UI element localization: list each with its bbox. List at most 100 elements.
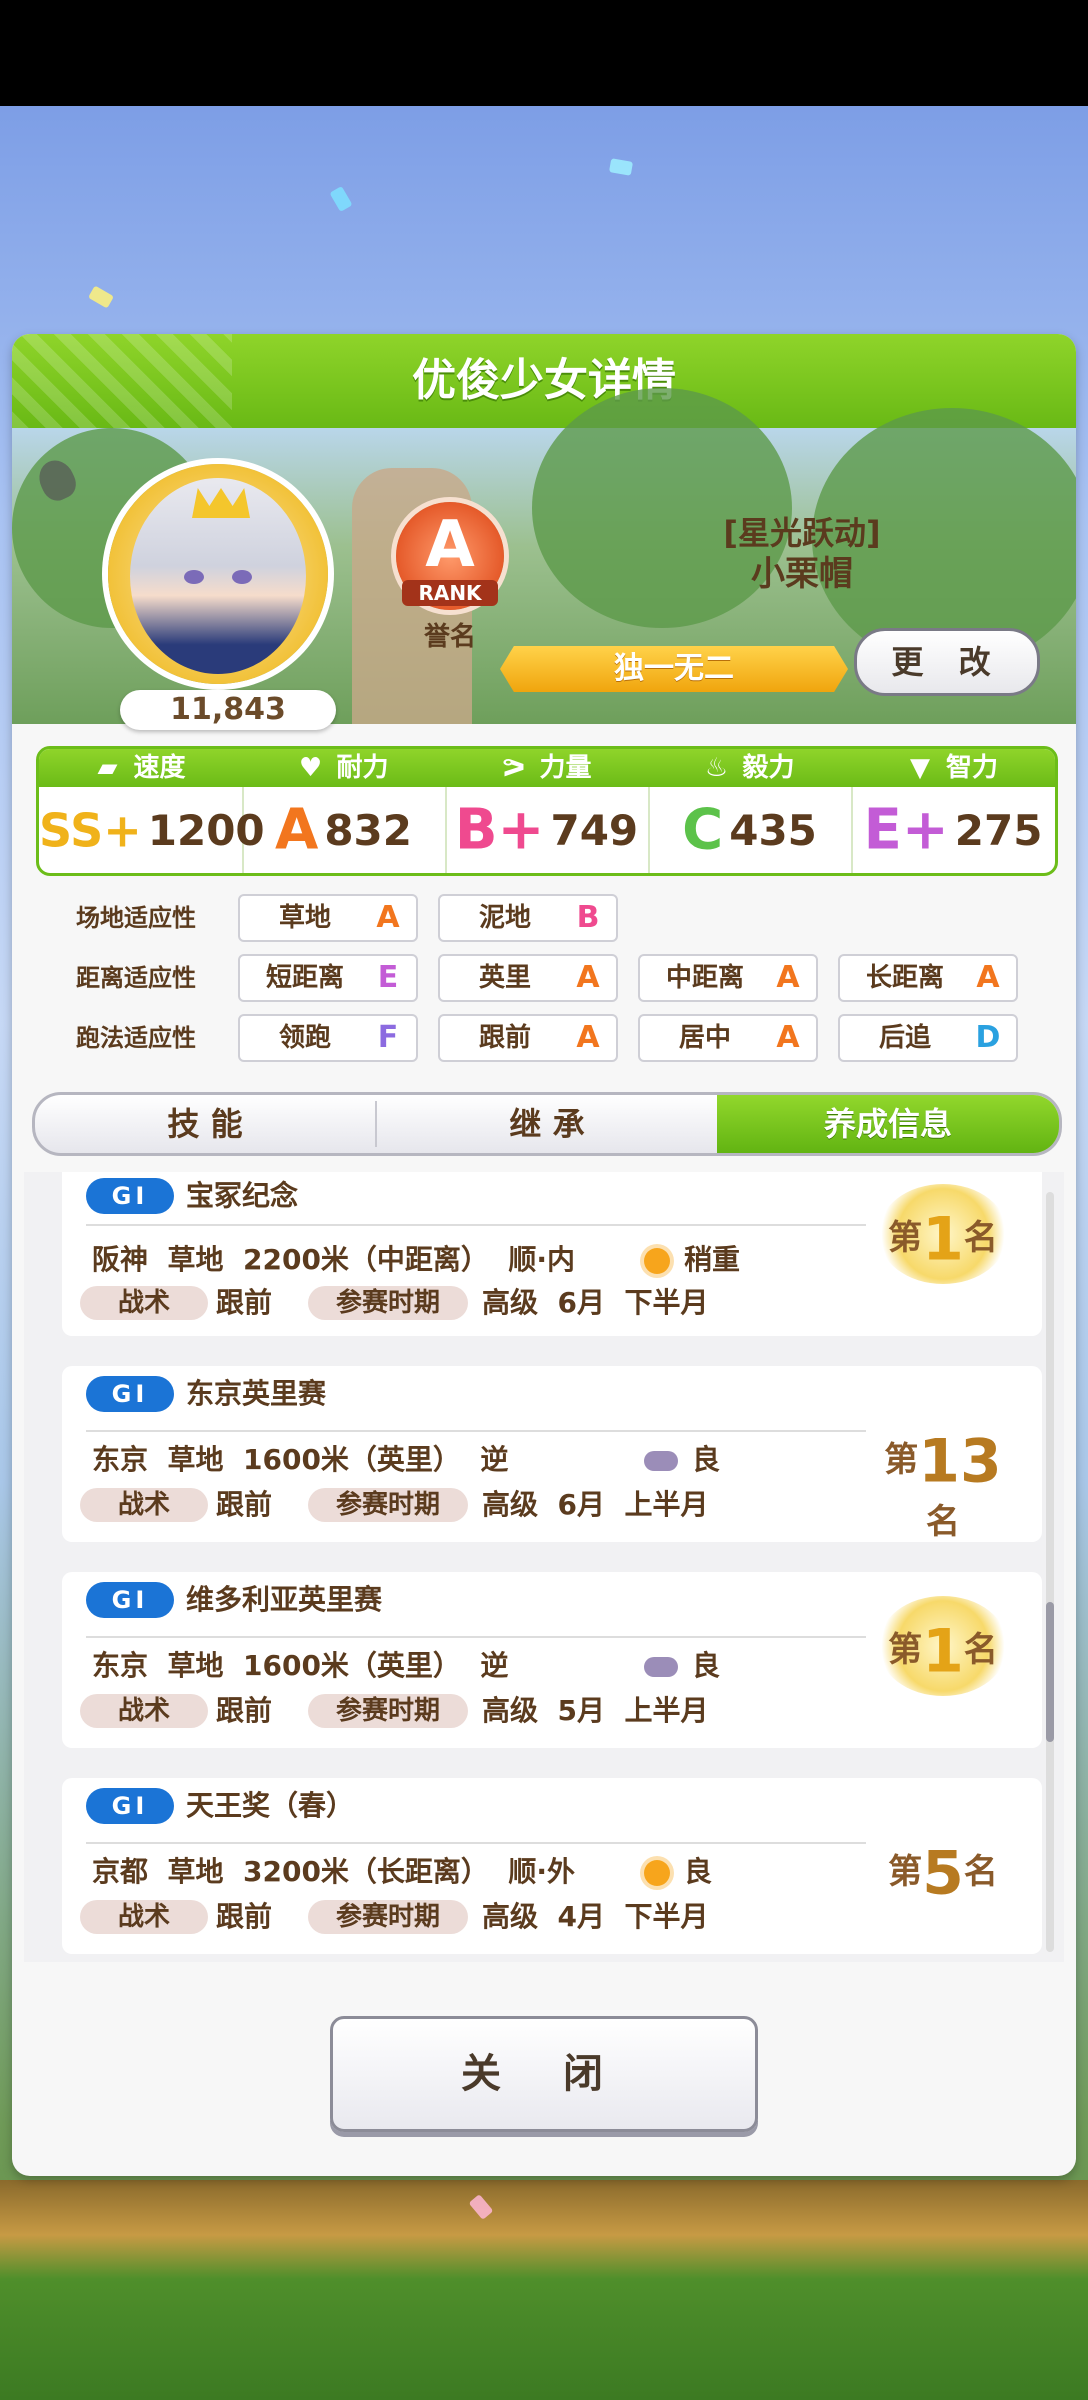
period-value: 高级 5月 上半月 xyxy=(482,1694,709,1727)
stat-guts: ♨ 毅力 C 435 xyxy=(648,749,853,873)
rank-badge: A RANK xyxy=(396,502,504,610)
aptitude-grade: A xyxy=(376,900,400,935)
aptitude-grade: A xyxy=(976,960,1000,995)
hair-ornament xyxy=(192,488,250,518)
eye xyxy=(184,570,204,584)
place-suffix: 名 xyxy=(963,1852,998,1892)
aptitude-name: 长距离 xyxy=(865,963,944,993)
style-aptitude-row: 跑法适应性 领跑 F 跟前 A 居中 A 后追 D xyxy=(52,1014,1052,1062)
detail-panel: 优俊少女详情 11,843 A RANK 誉名 [星光跃动] 小栗帽 独一无二 … xyxy=(12,334,1076,2176)
flame-icon: ♨ xyxy=(704,753,729,783)
rank-label: 誉名 xyxy=(423,622,476,652)
tactic-value: 跟前 xyxy=(216,1694,273,1727)
aptitude-name: 中距离 xyxy=(665,963,744,993)
race-name: 维多利亚英里赛 xyxy=(186,1583,383,1616)
placement-text: 第5名 xyxy=(868,1842,1018,1904)
character-name: 小栗帽 xyxy=(751,554,853,594)
rank-word: RANK xyxy=(402,580,498,606)
race-grade-badge: GI xyxy=(86,1788,174,1824)
aptitude-box: 跟前 A xyxy=(438,1014,618,1062)
tactic-pill: 战术 xyxy=(80,1488,208,1522)
race-card: GI 维多利亚英里赛 东京 草地 1600米（英里） 逆 良 战术 跟前 参赛时… xyxy=(62,1572,1042,1748)
avatar[interactable] xyxy=(108,464,328,684)
stat-value: 832 xyxy=(324,805,412,855)
place-number: 1 xyxy=(922,1616,964,1687)
weather-label: 良 xyxy=(684,1855,713,1888)
race-card: GI 宝冢纪念 阪神 草地 2200米（中距离） 顺·内 稍重 战术 跟前 参赛… xyxy=(62,1172,1042,1336)
stat-label: 力量 xyxy=(539,753,592,783)
tactic-pill: 战术 xyxy=(80,1900,208,1934)
aptitude-box: 中距离 A xyxy=(638,954,818,1002)
place-suffix: 名 xyxy=(963,1218,998,1258)
stat-label: 智力 xyxy=(945,753,998,783)
weather-label: 良 xyxy=(692,1443,721,1476)
aptitude-name: 居中 xyxy=(678,1023,731,1053)
scrollbar-track[interactable] xyxy=(1046,1192,1054,1952)
race-weather: 稍重 xyxy=(644,1240,740,1280)
stat-value: 275 xyxy=(954,805,1043,855)
fan-count: 11,843 xyxy=(120,690,336,730)
distance-aptitude-row: 距离适应性 短距离 E 英里 A 中距离 A 长距离 A xyxy=(52,954,1052,1002)
stat-grade: E+ xyxy=(863,797,949,863)
stat-header: ▼ 智力 xyxy=(851,749,1055,787)
race-grade-badge: GI xyxy=(86,1178,174,1214)
aptitude-box: 泥地 B xyxy=(438,894,618,942)
close-button[interactable]: 关 闭 xyxy=(330,2016,758,2132)
tab-training-info[interactable]: 养成信息 xyxy=(717,1095,1059,1153)
stat-value: 435 xyxy=(729,805,817,855)
aptitude-grade: E xyxy=(377,960,399,995)
stat-body: SS+ 1200 xyxy=(39,787,265,873)
race-card: GI 东京英里赛 东京 草地 1600米（英里） 逆 良 战术 跟前 参赛时期 … xyxy=(62,1366,1042,1542)
race-name: 东京英里赛 xyxy=(186,1377,327,1410)
aptitude-name: 泥地 xyxy=(478,903,531,933)
tactic-pill: 战术 xyxy=(80,1694,208,1728)
avatar-portrait xyxy=(130,478,306,674)
race-grade-badge: GI xyxy=(86,1582,174,1618)
race-info: 东京 草地 1600米（英里） 逆 xyxy=(92,1649,509,1682)
placement-badge: 第5名 xyxy=(868,1808,1018,1928)
race-history-list[interactable]: GI 宝冢纪念 阪神 草地 2200米（中距离） 顺·内 稍重 战术 跟前 参赛… xyxy=(24,1172,1064,1962)
stat-body: C 435 xyxy=(648,787,851,873)
place-number: 13 xyxy=(918,1426,1002,1497)
aptitude-name: 草地 xyxy=(278,903,331,933)
aptitude-box: 草地 A xyxy=(238,894,418,942)
stat-header: ♥ 耐力 xyxy=(242,749,445,787)
period-pill: 参赛时期 xyxy=(308,1694,468,1728)
weather-label: 稍重 xyxy=(684,1243,741,1276)
sun-icon xyxy=(644,1860,670,1886)
muscle-icon: ᕗ xyxy=(501,753,526,783)
placement-text: 第1名 xyxy=(868,1208,1018,1270)
stat-body: A 832 xyxy=(242,787,445,873)
placement-badge: 第1名 xyxy=(868,1586,1018,1706)
tactic-value: 跟前 xyxy=(216,1286,273,1319)
place-number: 5 xyxy=(922,1838,964,1909)
aptitude-grade: A xyxy=(576,960,600,995)
divider xyxy=(86,1430,866,1432)
race-name: 宝冢纪念 xyxy=(186,1179,299,1212)
style-aptitude-label: 跑法适应性 xyxy=(76,1024,196,1052)
profile-banner: 11,843 A RANK 誉名 [星光跃动] 小栗帽 独一无二 更 改 xyxy=(12,388,1076,730)
divider xyxy=(86,1224,866,1226)
track-aptitude-label: 场地适应性 xyxy=(76,904,196,932)
divider xyxy=(86,1842,866,1844)
stat-stamina: ♥ 耐力 A 832 xyxy=(242,749,447,873)
period-pill: 参赛时期 xyxy=(308,1286,468,1320)
race-name: 天王奖（春） xyxy=(186,1789,355,1822)
track-aptitude-row: 场地适应性 草地 A 泥地 B xyxy=(52,894,1052,942)
tactic-value: 跟前 xyxy=(216,1488,273,1521)
race-weather: 良 xyxy=(644,1646,720,1686)
race-info: 东京 草地 1600米（英里） 逆 xyxy=(92,1443,509,1476)
aptitude-grade: A xyxy=(776,1020,800,1055)
placement-text: 第13名 xyxy=(868,1430,1018,1542)
stat-header: ▰ 速度 xyxy=(39,749,242,787)
race-weather: 良 xyxy=(644,1440,720,1480)
tab-skills[interactable]: 技 能 xyxy=(35,1095,375,1153)
aptitude-box: 居中 A xyxy=(638,1014,818,1062)
scrollbar-thumb[interactable] xyxy=(1046,1602,1054,1742)
cloud-icon xyxy=(644,1451,678,1471)
change-button[interactable]: 更 改 xyxy=(854,628,1040,696)
eye xyxy=(232,570,252,584)
stat-value: 749 xyxy=(550,805,639,855)
tab-inheritance[interactable]: 继 承 xyxy=(377,1095,717,1153)
stat-speed: ▰ 速度 SS+ 1200 xyxy=(39,749,265,873)
